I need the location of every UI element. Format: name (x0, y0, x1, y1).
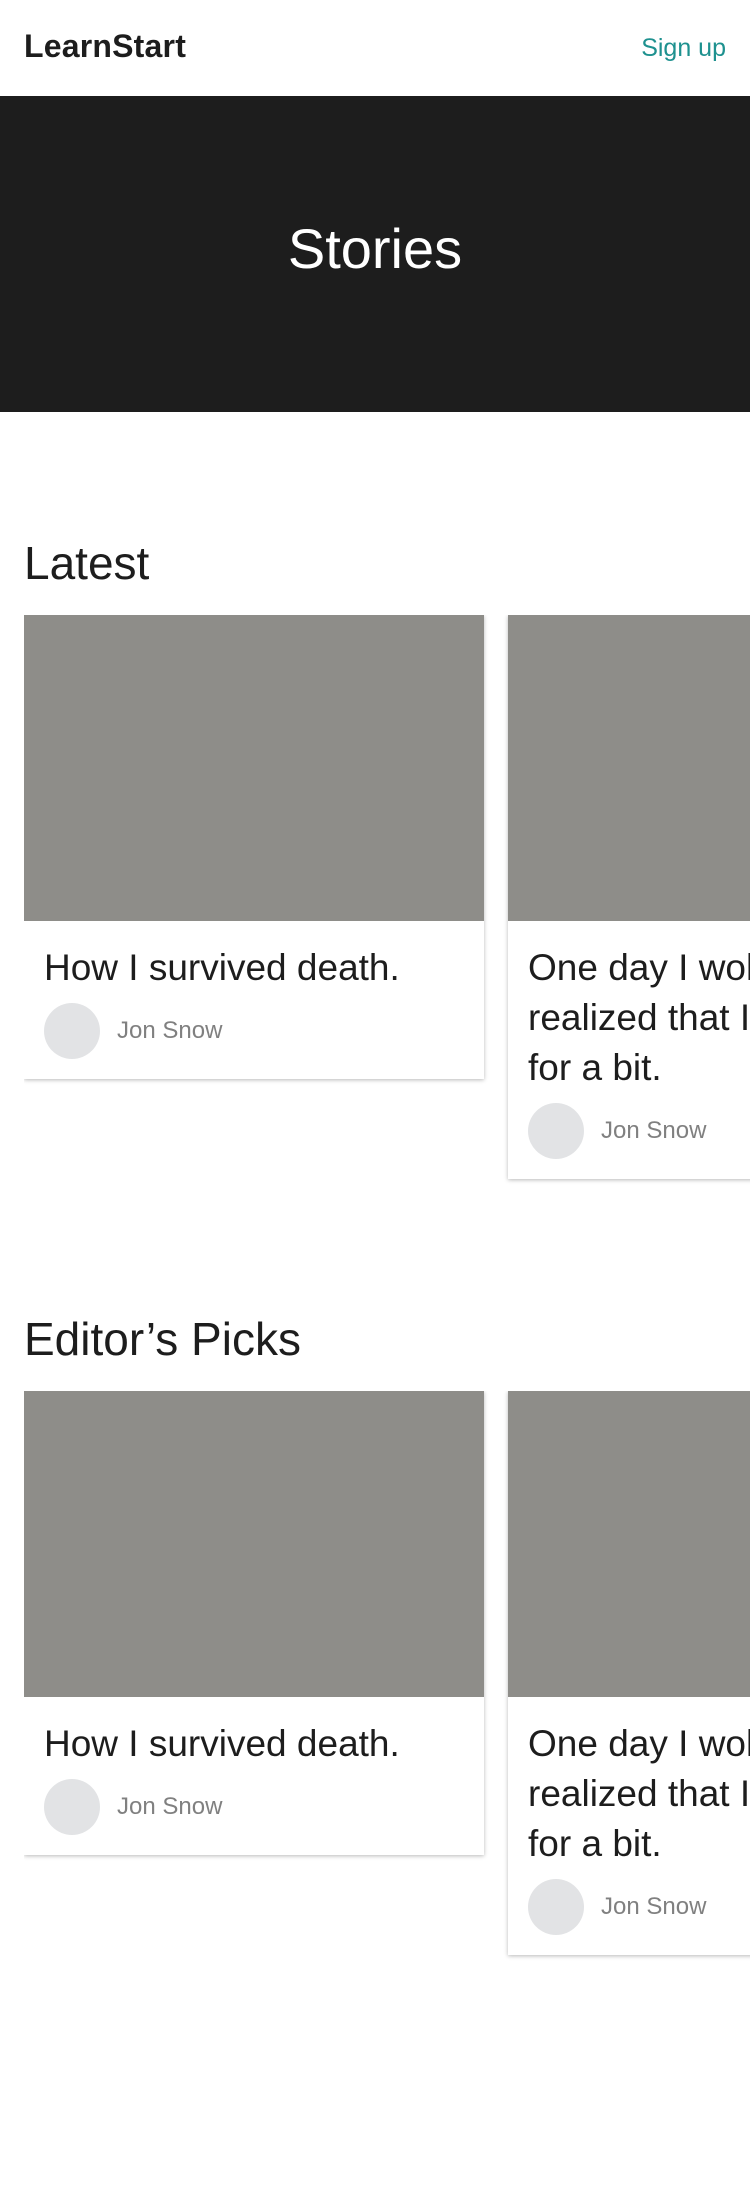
section-title-latest: Latest (24, 537, 150, 589)
section-title-editors-picks: Editor’s Picks (24, 1313, 301, 1365)
story-card[interactable]: One day I woke up and realized that I wa… (508, 615, 750, 1179)
page-title: Stories (287, 217, 463, 280)
author-name: Jon Snow (601, 1117, 707, 1144)
signup-link[interactable]: Sign up (641, 34, 726, 63)
story-title[interactable]: How I survived death. (44, 943, 464, 993)
story-card[interactable]: One day I woke up and realized that I wa… (508, 1391, 750, 1955)
story-title[interactable]: One day I woke up and realized that I wa… (528, 943, 750, 1093)
story-card[interactable]: How I survived death. Jon Snow (24, 1391, 484, 1855)
top-bar: LearnStart Sign up (0, 0, 750, 96)
editors-picks-story-row[interactable]: How I survived death. Jon Snow One day I… (24, 1391, 750, 2011)
brand-logo[interactable]: LearnStart (24, 28, 186, 65)
story-card-body: How I survived death. Jon Snow (24, 921, 484, 1079)
story-title[interactable]: One day I woke up and realized that I wa… (528, 1719, 750, 1869)
story-image[interactable] (24, 1391, 484, 1697)
story-image[interactable] (508, 615, 750, 921)
story-image[interactable] (508, 1391, 750, 1697)
story-image[interactable] (24, 615, 484, 921)
story-author: Jon Snow (528, 1103, 750, 1159)
story-card[interactable]: How I survived death. Jon Snow (24, 615, 484, 1079)
author-name: Jon Snow (601, 1893, 707, 1920)
hero-banner: Stories (0, 96, 750, 412)
latest-story-row[interactable]: How I survived death. Jon Snow One day I… (24, 615, 750, 1235)
avatar (528, 1879, 584, 1935)
author-name: Jon Snow (117, 1017, 223, 1044)
story-author: Jon Snow (528, 1879, 750, 1935)
story-author: Jon Snow (44, 1003, 464, 1059)
story-card-body: One day I woke up and realized that I wa… (508, 921, 750, 1179)
avatar (44, 1003, 100, 1059)
story-author: Jon Snow (44, 1779, 464, 1835)
story-title[interactable]: How I survived death. (44, 1719, 464, 1769)
avatar (44, 1779, 100, 1835)
avatar (528, 1103, 584, 1159)
story-card-body: How I survived death. Jon Snow (24, 1697, 484, 1855)
story-card-body: One day I woke up and realized that I wa… (508, 1697, 750, 1955)
author-name: Jon Snow (117, 1793, 223, 1820)
